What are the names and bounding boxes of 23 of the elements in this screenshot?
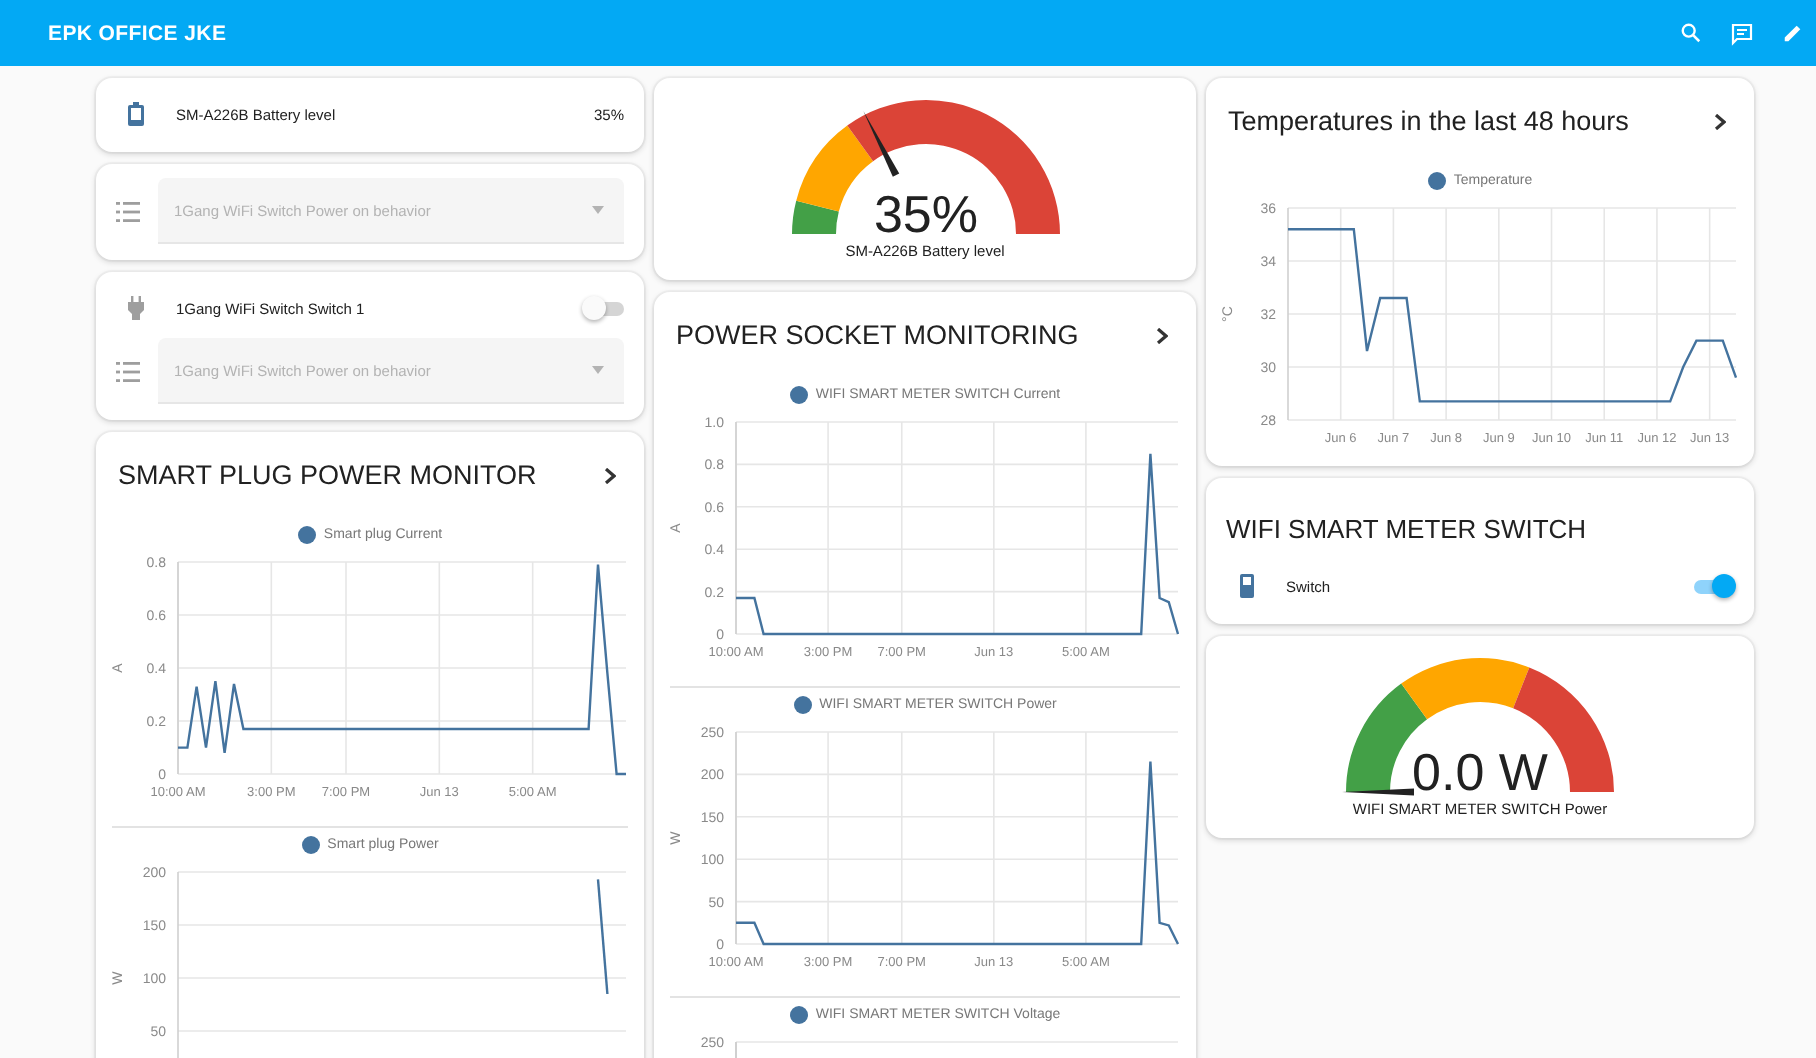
caret-icon [592,366,604,374]
list-icon [115,201,139,221]
card-title: POWER SOCKET MONITORING [676,320,1081,350]
chevron-icon[interactable] [604,467,616,483]
battery-icon [128,102,144,126]
gauge-value: 0.0 W [1412,742,1548,802]
search-icon[interactable] [1680,22,1702,44]
plug-icon [128,296,144,320]
caret-icon [592,206,604,214]
card-title: Temperatures in the last 48 hours [1228,106,1631,136]
app-title: EPK OFFICE JKE [48,21,229,45]
card-title: SMART PLUG POWER MONITOR [118,460,539,490]
gauge-value: 35% [872,184,978,244]
gauge-needle [862,111,899,177]
toggle-switch[interactable] [1694,574,1734,598]
pencil-icon[interactable] [1782,22,1804,44]
toggle-switch[interactable] [584,296,624,320]
list-icon [115,361,139,381]
card-title: WIFI SMART METER SWITCH [1224,512,1589,548]
chevron-icon[interactable] [1714,113,1726,129]
chat-icon[interactable] [1730,21,1754,45]
chevron-icon[interactable] [1156,327,1168,343]
switch-icon [1239,574,1253,598]
